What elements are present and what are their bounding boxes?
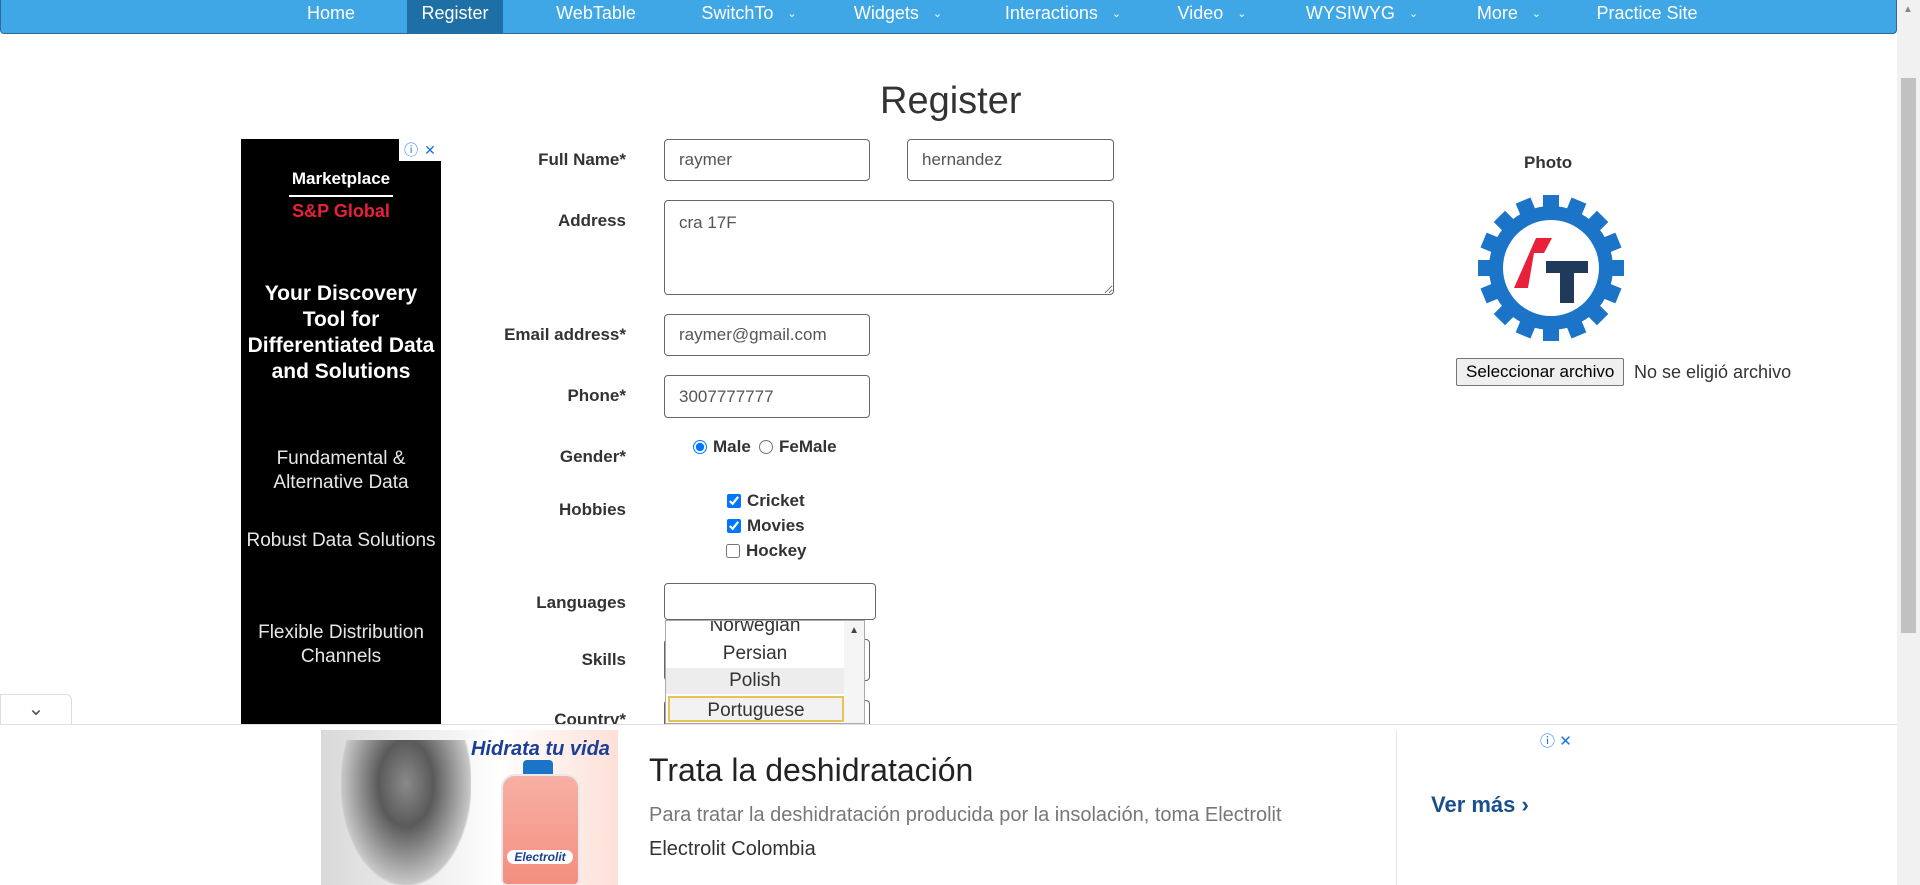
first-name-input[interactable] — [664, 139, 870, 181]
full-name-label: Full Name* — [538, 150, 626, 169]
gear-logo-icon — [1478, 195, 1624, 341]
top-navbar: Home Register WebTable SwitchTo ⌄ Widgets… — [0, 0, 1897, 34]
hobby-hockey-checkbox[interactable] — [726, 544, 740, 558]
languages-dropdown-list[interactable]: Norwegian Persian Polish Portuguese ▲ — [665, 620, 865, 724]
hobby-cricket-option[interactable]: Cricket — [727, 491, 805, 511]
chevron-down-icon: ⌄ — [1111, 8, 1122, 20]
ad-image-slogan: Hidrata tu vida — [471, 738, 610, 760]
scroll-up-icon[interactable]: ▲ — [849, 625, 859, 636]
ad-advertiser: Electrolit Colombia — [649, 838, 816, 860]
address-textarea[interactable]: cra 17F — [664, 200, 1114, 295]
phone-input[interactable] — [664, 375, 870, 418]
phone-label: Phone* — [567, 386, 626, 405]
chevron-down-icon: ⌄ — [787, 8, 797, 20]
chevron-right-icon: › — [1521, 792, 1529, 817]
page-scrollbar[interactable]: ▲ — [1897, 0, 1920, 885]
ad-info-icon[interactable]: ⓘ — [1540, 733, 1555, 750]
nav-widgets[interactable]: Widgets ⌄ — [843, 0, 953, 33]
gender-label: Gender* — [559, 447, 626, 466]
address-label: Address — [557, 211, 626, 230]
gender-female-option[interactable]: FeMale — [759, 437, 837, 457]
nav-wysiwyg[interactable]: WYSIWYG ⌄ — [1299, 0, 1425, 33]
nav-interactions[interactable]: Interactions ⌄ — [993, 0, 1133, 33]
left-ad-banner[interactable]: ⓘ ✕ Marketplace S&P Global Your Discovery… — [241, 139, 441, 724]
ad-line-1: Fundamental & Alternative Data — [273, 448, 409, 493]
nav-home[interactable]: Home — [286, 0, 376, 33]
email-input[interactable] — [664, 314, 870, 356]
nav-switchto[interactable]: SwitchTo ⌄ — [689, 0, 809, 33]
gender-female-radio[interactable] — [759, 440, 773, 454]
nav-more[interactable]: More ⌄ — [1467, 0, 1551, 33]
gender-male-option[interactable]: Male — [693, 437, 751, 457]
bottle-image — [501, 774, 580, 885]
chevron-down-icon: ⌄ — [1237, 8, 1247, 20]
ad-headline: Your Discovery Tool for Differentiated D… — [247, 282, 435, 383]
ad-title[interactable]: Trata la deshidratación — [649, 752, 973, 789]
ad-divider — [1396, 730, 1397, 885]
ad-controls: ⓘ ✕ — [1540, 730, 1572, 751]
page-title: Register — [880, 80, 1022, 122]
ad-image: Hidrata tu vida Electrolit — [321, 730, 618, 885]
photo-label: Photo — [1524, 153, 1573, 172]
nav-register[interactable]: Register — [407, 0, 503, 33]
chevron-down-icon: ⌄ — [1531, 8, 1542, 20]
hobby-movies-checkbox[interactable] — [727, 519, 741, 533]
country-label: Country* — [554, 710, 626, 724]
hobby-movies-option[interactable]: Movies — [727, 516, 805, 536]
email-label: Email address* — [504, 325, 626, 344]
ad-collapse-button[interactable]: ⌄ — [0, 694, 72, 724]
languages-label: Languages — [536, 593, 626, 612]
hobby-cricket-checkbox[interactable] — [727, 494, 741, 508]
last-name-input[interactable] — [907, 139, 1114, 181]
nav-practice-site[interactable]: Practice Site — [1587, 0, 1707, 33]
gender-male-radio[interactable] — [693, 440, 707, 454]
file-status-text: No se eligió archivo — [1634, 362, 1792, 382]
ad-brand-bottom: S&P Global — [292, 201, 390, 221]
ad-divider — [289, 195, 393, 197]
language-option-portuguese[interactable]: Portuguese — [668, 696, 844, 722]
ad-model-figure — [341, 740, 471, 885]
chevron-down-icon: ⌄ — [27, 698, 45, 720]
bottle-label: Electrolit — [507, 850, 573, 864]
nav-webtable[interactable]: WebTable — [541, 0, 651, 33]
ad-close-icon[interactable]: ✕ — [1559, 733, 1572, 750]
nav-video[interactable]: Video ⌄ — [1167, 0, 1257, 33]
choose-file-button[interactable]: Seleccionar archivo — [1456, 358, 1625, 386]
ad-line-3: Flexible Distribution Channels — [258, 622, 424, 667]
dropdown-scrollbar[interactable]: ▲ — [844, 621, 864, 723]
language-option-persian[interactable]: Persian — [666, 641, 844, 667]
chevron-down-icon: ⌄ — [1408, 8, 1419, 20]
ad-line-2: Robust Data Solutions — [246, 530, 436, 551]
scrollbar-thumb[interactable] — [1901, 78, 1916, 633]
language-option-norwegian[interactable]: Norwegian — [666, 621, 844, 639]
scroll-up-icon[interactable]: ▲ — [1903, 4, 1913, 15]
hobbies-label: Hobbies — [558, 500, 626, 519]
ad-description: Para tratar la deshidratación producida … — [649, 804, 1282, 826]
bottom-ad-separator — [0, 724, 1897, 725]
chevron-down-icon: ⌄ — [932, 8, 943, 20]
languages-input[interactable] — [664, 583, 876, 620]
ad-cta-link[interactable]: Ver más › — [1431, 792, 1529, 818]
hobby-hockey-option[interactable]: Hockey — [726, 541, 806, 561]
language-option-polish[interactable]: Polish — [666, 668, 844, 694]
bottom-ad-banner[interactable]: Hidrata tu vida Electrolit Trata la desh… — [321, 730, 1576, 885]
ad-brand-top: Marketplace — [291, 169, 391, 188]
ad-info-icon[interactable]: ⓘ — [404, 142, 418, 158]
skills-label: Skills — [581, 650, 626, 669]
